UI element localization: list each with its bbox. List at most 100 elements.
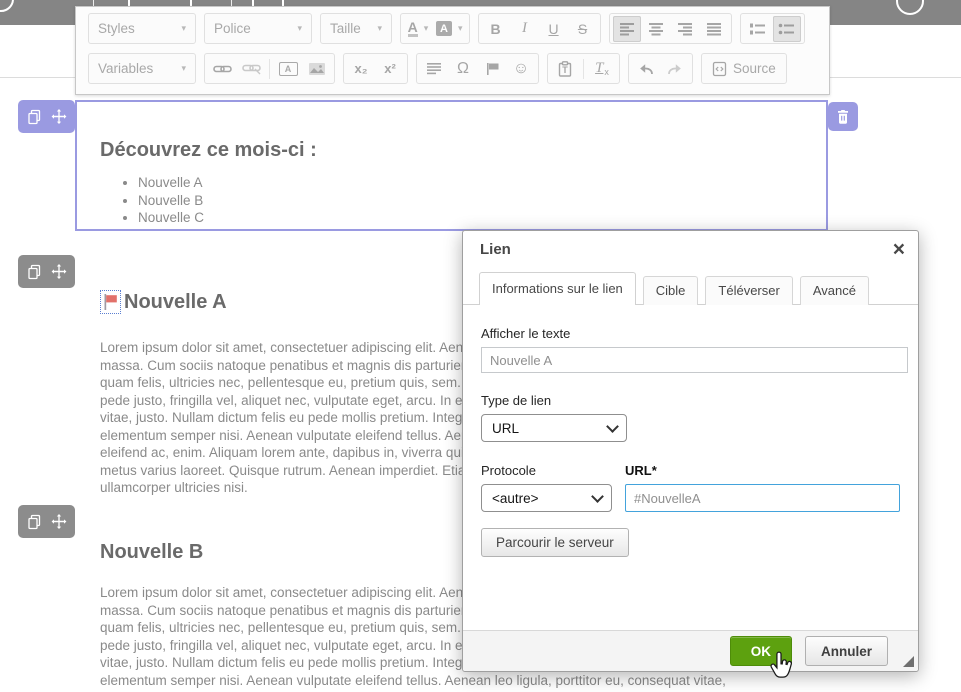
italic-icon: I: [522, 20, 527, 37]
special-char-button[interactable]: Ω: [449, 56, 477, 82]
alignment-group: [609, 13, 732, 44]
list-item[interactable]: Nouvelle B: [138, 192, 826, 210]
intro-link-list: Nouvelle A Nouvelle B Nouvelle C: [102, 174, 826, 227]
block-handle-intro[interactable]: [18, 100, 75, 133]
align-center-button[interactable]: [642, 16, 670, 42]
align-center-icon: [648, 22, 664, 36]
bold-button[interactable]: B: [482, 16, 510, 42]
dialog-resize-handle[interactable]: [903, 656, 914, 667]
close-icon[interactable]: ×: [893, 238, 905, 262]
omega-icon: Ω: [457, 60, 469, 78]
undo-icon: [637, 62, 655, 76]
superscript-button[interactable]: x²: [376, 56, 404, 82]
url-input[interactable]: [625, 484, 900, 512]
bullet-list-icon: [778, 22, 795, 36]
undo-group: [628, 53, 693, 84]
move-icon: [51, 514, 67, 530]
size-dropdown[interactable]: Taille ▾: [320, 13, 392, 44]
remove-format-button[interactable]: Tx: [588, 56, 616, 82]
subscript-button[interactable]: x₂: [347, 56, 375, 82]
trash-icon: [836, 109, 850, 124]
align-right-button[interactable]: [671, 16, 699, 42]
cutoff-help-icon: [896, 0, 924, 15]
display-text-input[interactable]: [481, 347, 908, 373]
bullet-list-button[interactable]: [773, 16, 801, 42]
link-group: A: [204, 53, 335, 84]
tab-link-info[interactable]: Informations sur le lien: [479, 272, 636, 305]
link-type-select[interactable]: URL: [481, 414, 627, 442]
horizontal-rule-button[interactable]: [420, 56, 448, 82]
chevron-down-icon: ▾: [377, 23, 382, 34]
underline-button[interactable]: U: [540, 16, 568, 42]
paste-as-text-button[interactable]: T: [551, 56, 579, 82]
section-title-text: Nouvelle A: [124, 291, 227, 314]
align-justify-icon: [706, 22, 722, 36]
tab-advanced[interactable]: Avancé: [800, 276, 869, 305]
script-group: x₂ x²: [343, 53, 408, 84]
list-item[interactable]: Nouvelle A: [138, 174, 826, 192]
ok-button[interactable]: OK: [730, 636, 792, 666]
align-right-icon: [677, 22, 693, 36]
link-button[interactable]: [208, 56, 236, 82]
styles-dropdown[interactable]: Styles ▾: [88, 13, 196, 44]
chevron-down-icon: ▾: [458, 23, 463, 34]
block-handle-section-a[interactable]: [18, 255, 75, 288]
block-handle-section-b[interactable]: [18, 505, 75, 538]
source-button[interactable]: Source: [701, 53, 787, 84]
flag-icon: [485, 62, 500, 76]
chevron-down-icon: [606, 420, 619, 433]
move-icon: [51, 109, 67, 125]
browse-server-button[interactable]: Parcourir le serveur: [481, 528, 629, 557]
numbered-list-button[interactable]: [744, 16, 772, 42]
text-color-icon: A: [408, 21, 418, 37]
remove-format-icon: T: [595, 60, 603, 77]
background-color-button[interactable]: A ▾: [433, 16, 466, 42]
move-icon: [51, 264, 67, 280]
smiley-button[interactable]: ☺: [507, 56, 535, 82]
list-item[interactable]: Nouvelle C: [138, 209, 826, 227]
anchor-button[interactable]: A: [274, 56, 302, 82]
image-button[interactable]: [303, 56, 331, 82]
copy-icon: [27, 514, 42, 530]
insert-group: Ω ☺: [416, 53, 539, 84]
content-block-intro[interactable]: Découvrez ce mois-ci : Nouvelle A Nouvel…: [75, 100, 828, 231]
color-buttons-group: A ▾ A ▾: [400, 13, 470, 44]
align-justify-button[interactable]: [700, 16, 728, 42]
dialog-footer: OK Annuler: [463, 630, 918, 671]
section-b-title-row: Nouvelle B: [100, 541, 203, 564]
basic-styles-group: B I U S: [478, 13, 601, 44]
clipboard-group: T Tx: [547, 53, 620, 84]
italic-button[interactable]: I: [511, 16, 539, 42]
tab-upload[interactable]: Téléverser: [705, 276, 792, 305]
font-dropdown[interactable]: Police ▾: [204, 13, 312, 44]
chevron-down-icon: ▾: [424, 23, 429, 34]
chevron-down-icon: [591, 490, 604, 503]
tab-target[interactable]: Cible: [643, 276, 699, 305]
unlink-button[interactable]: [237, 56, 265, 82]
link-type-label: Type de lien: [481, 393, 900, 408]
anchor-flag-selected[interactable]: [100, 290, 121, 314]
flag-button[interactable]: [478, 56, 506, 82]
chevron-down-icon: ▾: [181, 63, 186, 74]
smiley-icon: ☺: [513, 60, 529, 78]
protocol-label: Protocole: [481, 463, 625, 478]
strikethrough-button[interactable]: S: [569, 16, 597, 42]
background-color-icon: A: [436, 21, 452, 36]
align-left-button[interactable]: [613, 16, 641, 42]
email-editor-screen: Styles ▾ Police ▾ Taille ▾ A ▾ A ▾: [0, 0, 961, 692]
unlink-icon: [242, 62, 261, 75]
bold-icon: B: [490, 21, 500, 37]
cutoff-logo-icon: [0, 0, 14, 12]
variables-dropdown[interactable]: Variables ▾: [88, 53, 196, 84]
text-color-button[interactable]: A ▾: [404, 16, 432, 42]
subscript-icon: x₂: [354, 61, 367, 76]
redo-button[interactable]: [661, 56, 689, 82]
dialog-title: Lien: [463, 231, 918, 269]
align-left-icon: [619, 22, 635, 36]
chevron-down-icon: ▾: [181, 23, 186, 34]
undo-button[interactable]: [632, 56, 660, 82]
rich-text-toolbar: Styles ▾ Police ▾ Taille ▾ A ▾ A ▾: [75, 6, 830, 95]
delete-block-button[interactable]: [828, 102, 858, 131]
protocol-select[interactable]: <autre>: [481, 484, 612, 512]
cancel-button[interactable]: Annuler: [805, 636, 888, 666]
